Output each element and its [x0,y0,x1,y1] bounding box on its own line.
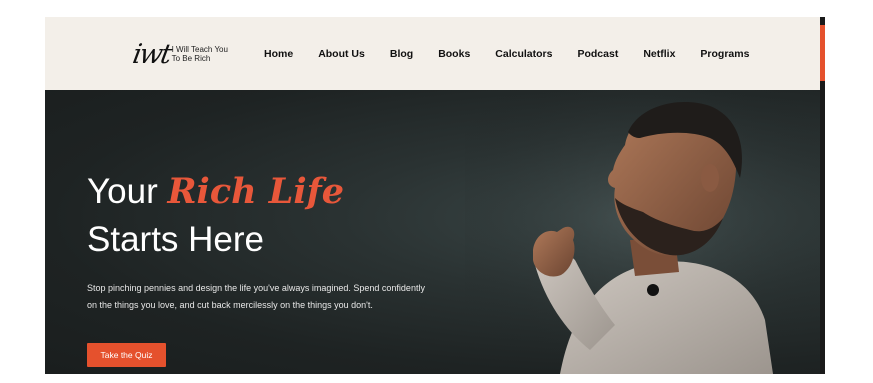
edge-accent [820,25,825,81]
main-nav: Home About Us Blog Books Calculators Pod… [264,17,774,90]
site-header: iwt I Will Teach You To Be Rich Home Abo… [45,17,820,90]
nav-about-us[interactable]: About Us [318,48,365,60]
nav-home[interactable]: Home [264,48,293,60]
hero-subtitle: Stop pinching pennies and design the lif… [87,283,425,310]
take-quiz-button[interactable]: Take the Quiz [87,343,166,367]
nav-books[interactable]: Books [438,48,470,60]
hero-portrait-image [465,90,820,374]
nav-calculators[interactable]: Calculators [495,48,552,60]
logo-text: I Will Teach You To Be Rich [171,45,228,63]
website-viewport: iwt I Will Teach You To Be Rich Home Abo… [45,17,820,374]
logo-mark: iwt [130,38,173,70]
hero-section: Your Rich Life Starts Here Stop pinching… [45,90,820,374]
hero-title-plain: Your [87,172,168,211]
nav-programs[interactable]: Programs [700,48,749,60]
hero-title-accent: Rich Life [167,171,345,212]
site-logo[interactable]: iwt I Will Teach You To Be Rich [130,37,232,71]
nav-blog[interactable]: Blog [390,48,413,60]
hero-title: Your Rich Life Starts Here [87,168,344,264]
nav-netflix[interactable]: Netflix [643,48,675,60]
hero-title-line2: Starts Here [87,220,264,259]
nav-podcast[interactable]: Podcast [577,48,618,60]
window-edge [820,17,825,374]
